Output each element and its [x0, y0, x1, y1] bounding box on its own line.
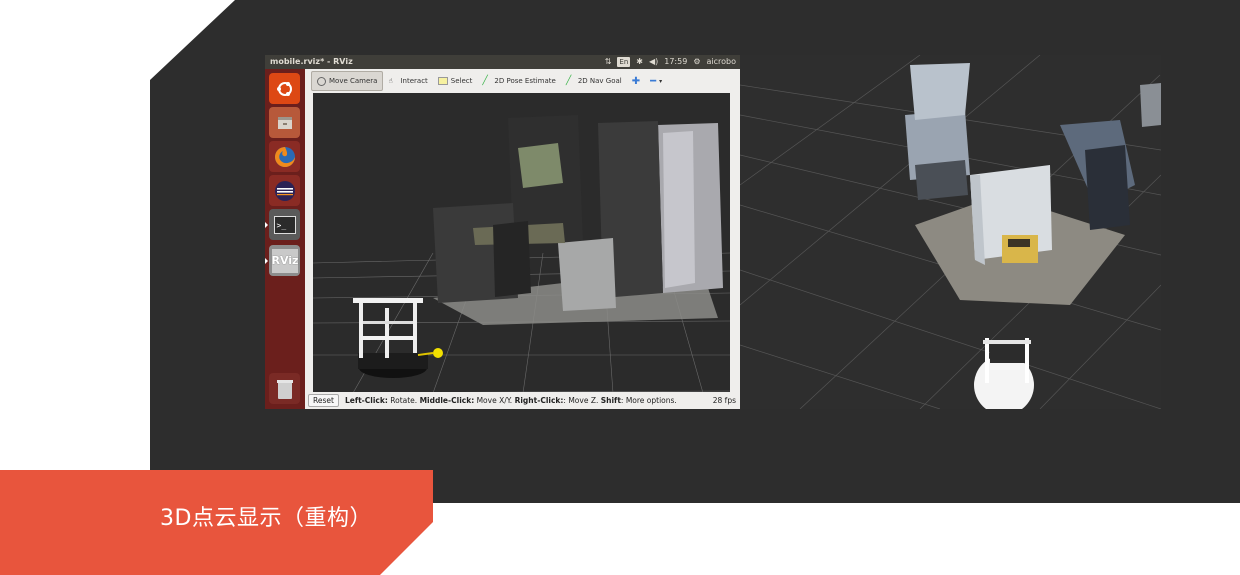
3d-viewport[interactable]: [313, 93, 730, 393]
clock[interactable]: 17:59: [664, 55, 687, 69]
nav-goal-label: 2D Nav Goal: [577, 77, 622, 85]
pose-estimate-tool[interactable]: ╱ 2D Pose Estimate: [477, 72, 560, 90]
status-hint: Left-Click: Rotate. Middle-Click: Move X…: [344, 396, 677, 405]
hand-pointer-icon: ☝: [388, 76, 393, 85]
move-camera-label: Move Camera: [329, 77, 378, 85]
interact-tool[interactable]: ☝ Interact: [383, 72, 432, 90]
terminal-icon[interactable]: >_: [265, 209, 300, 240]
move-camera-tool[interactable]: Move Camera: [311, 71, 384, 91]
keyboard-layout-indicator[interactable]: En: [617, 57, 631, 67]
bluetooth-icon[interactable]: ✱: [636, 55, 643, 69]
green-arrow-icon: ╱: [565, 75, 572, 86]
caption-text: 3D点云显示（重构）: [160, 506, 372, 531]
select-label: Select: [450, 77, 473, 85]
fps-counter: 28 fps: [712, 396, 736, 405]
point-cloud-render: [313, 115, 730, 393]
remove-tool-button[interactable]: ━ ▾: [645, 72, 667, 90]
nav-goal-tool[interactable]: ╱ 2D Nav Goal: [561, 72, 627, 90]
network-icon[interactable]: ⇅: [605, 55, 612, 69]
ubuntu-top-panel: mobile.rviz* - RViz ⇅ En ✱ ◀) 17:59 ⚙ ai…: [265, 55, 740, 69]
rviz-icon[interactable]: RViz: [265, 245, 300, 276]
settings-gear-icon[interactable]: ⚙: [693, 55, 700, 69]
status-bar: Reset Left-Click: Rotate. Middle-Click: …: [305, 392, 740, 409]
unity-launcher: >_ RViz: [265, 69, 305, 409]
firefox-icon[interactable]: [269, 141, 300, 172]
rviz-main-area: Move Camera ☝ Interact Select ╱ 2D Pose …: [305, 69, 740, 409]
pose-estimate-label: 2D Pose Estimate: [494, 77, 556, 85]
minus-icon: ━: [650, 75, 657, 87]
ubuntu-dash-icon[interactable]: [269, 73, 300, 104]
user-name[interactable]: aicrobo: [706, 55, 736, 69]
trash-icon[interactable]: [269, 373, 300, 404]
indicator-area: ⇅ En ✱ ◀) 17:59 ⚙ aicrobo: [605, 55, 736, 69]
robot-model: [353, 298, 443, 378]
window-title: mobile.rviz* - RViz: [270, 57, 353, 66]
eclipse-icon[interactable]: [269, 175, 300, 206]
reconstruction-view: [740, 55, 1161, 409]
select-box-icon: [437, 77, 448, 85]
move-camera-icon: [317, 76, 326, 86]
reconstruction-render: [740, 55, 1161, 409]
chevron-down-icon: ▾: [659, 77, 663, 85]
file-manager-icon[interactable]: [269, 107, 300, 138]
rviz-toolbar: Move Camera ☝ Interact Select ╱ 2D Pose …: [305, 69, 740, 93]
reset-button[interactable]: Reset: [308, 394, 339, 407]
robot-model: [974, 338, 1034, 409]
interact-label: Interact: [400, 77, 428, 85]
volume-icon[interactable]: ◀): [649, 55, 658, 69]
caption-banner: 3D点云显示（重构）: [0, 470, 433, 575]
green-arrow-icon: ╱: [482, 75, 488, 86]
rviz-window: mobile.rviz* - RViz ⇅ En ✱ ◀) 17:59 ⚙ ai…: [265, 55, 740, 409]
add-tool-button[interactable]: ✚: [627, 72, 645, 90]
select-tool[interactable]: Select: [433, 72, 478, 90]
plus-icon: ✚: [631, 75, 641, 87]
